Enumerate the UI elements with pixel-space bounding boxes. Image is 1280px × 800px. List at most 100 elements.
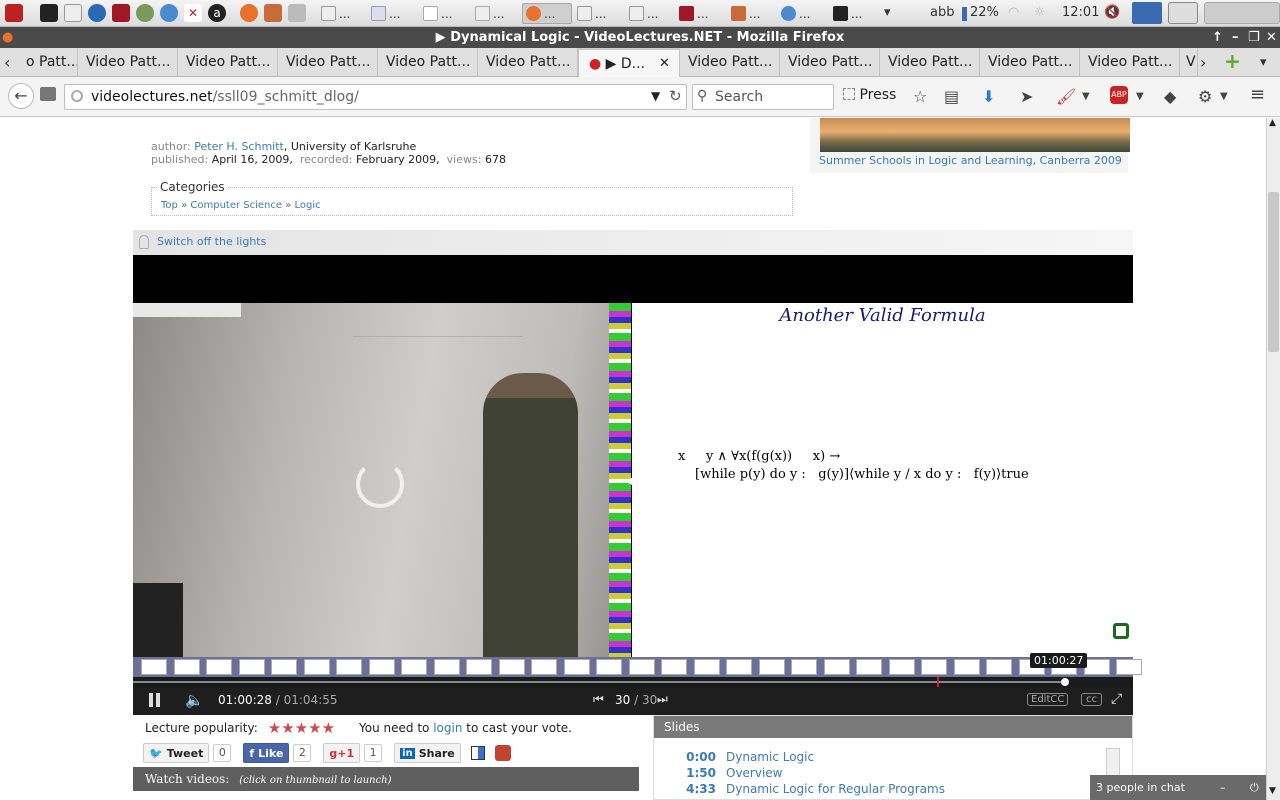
taskbar-task[interactable]: ... — [318, 3, 353, 24]
category-top[interactable]: Top — [161, 200, 178, 211]
browser-tab[interactable]: Video Patt... — [1080, 48, 1180, 77]
slide-thumbnail[interactable] — [173, 659, 200, 675]
taskbar-task[interactable]: ... — [626, 3, 661, 24]
taskbar-task[interactable]: ... — [778, 3, 813, 24]
send-icon[interactable]: ➤ — [1020, 87, 1033, 106]
paint-brush-icon[interactable]: 🖌 — [1056, 87, 1076, 106]
seek-bar[interactable] — [133, 677, 1133, 687]
slide-thumbnail[interactable] — [921, 659, 947, 675]
event-link[interactable]: Summer Schools in Logic and Learning, Ca… — [819, 154, 1122, 167]
editcc-button[interactable]: EditCC — [1027, 693, 1069, 706]
category-logic[interactable]: Logic — [295, 200, 321, 211]
workspace-switcher[interactable] — [1204, 2, 1280, 24]
lecturer-video[interactable] — [133, 303, 631, 657]
url-dropdown-icon[interactable]: ▼ — [651, 89, 660, 103]
browser-tab-active[interactable]: ● ▶ D... ✕ — [578, 48, 680, 77]
next-slide-icon[interactable]: ⏭ — [657, 692, 668, 707]
taskbar-task[interactable]: ... — [368, 3, 403, 24]
press-button[interactable]: Press — [843, 87, 896, 103]
taskbar-task[interactable]: ... — [420, 3, 455, 24]
prev-slide-icon[interactable]: ⏮ — [593, 692, 604, 707]
slide-list-item[interactable]: 0:00 Dynamic Logic — [666, 750, 814, 764]
mixx-icon[interactable] — [494, 745, 511, 761]
scroll-up-icon[interactable]: ▲ — [1269, 118, 1276, 128]
firefox-icon[interactable] — [240, 4, 258, 22]
slide-thumbnail[interactable] — [141, 659, 167, 675]
browser-tab[interactable]: o Patt... — [16, 48, 78, 77]
browser-tab[interactable]: Video Patt... — [880, 48, 980, 77]
slide-thumbnail[interactable] — [401, 659, 427, 675]
slide-thumbnail[interactable] — [726, 659, 752, 675]
slide-thumbnail[interactable] — [791, 659, 817, 675]
chat-power-icon[interactable]: ⏻ — [1250, 775, 1259, 800]
editor-icon[interactable] — [64, 4, 82, 22]
history-icon[interactable] — [40, 87, 56, 101]
slide-thumbnail[interactable] — [628, 659, 655, 675]
seek-handle[interactable] — [1061, 678, 1069, 686]
slide-thumbnail[interactable] — [758, 659, 785, 675]
mendeley-icon[interactable] — [112, 4, 130, 22]
search-input[interactable]: ⚲ Search — [692, 84, 834, 110]
like-button[interactable]: f Like — [243, 743, 290, 763]
circle-a-icon[interactable]: a — [208, 4, 226, 22]
slide-thumbnail[interactable] — [1083, 659, 1110, 675]
cross-icon[interactable]: ✕ — [184, 4, 202, 22]
browser-tab[interactable]: V — [1180, 48, 1198, 77]
browser-tab[interactable]: Video Patt... — [680, 48, 780, 77]
slide-thumbnail[interactable] — [986, 659, 1012, 675]
video-player[interactable]: ◂▸ Another Valid Formula x y ∧ ∀x(f(g(x)… — [133, 255, 1142, 715]
login-link[interactable]: login — [433, 721, 462, 735]
taskbar-task[interactable]: ... — [574, 3, 609, 24]
dropdown-icon[interactable]: ▼ — [1220, 91, 1228, 102]
presentation-slide[interactable]: Another Valid Formula x y ∧ ∀x(f(g(x)) x… — [632, 303, 1133, 657]
reading-list-icon[interactable]: ▤ — [944, 87, 959, 106]
scroll-thumb[interactable] — [1268, 192, 1279, 352]
slide-thumbnail[interactable] — [238, 659, 265, 675]
extension-gears-icon[interactable]: ⚙ — [1198, 87, 1212, 106]
app-menu-icon[interactable] — [5, 4, 23, 22]
linkedin-share-button[interactable]: in Share — [394, 743, 461, 763]
chat-bar[interactable]: 3 people in chat – ⏻ — [1090, 775, 1280, 800]
browser-tab[interactable]: Video Patt... — [278, 48, 378, 77]
slide-thumbnail[interactable] — [531, 659, 557, 675]
dropdown-icon[interactable]: ▼ — [1136, 91, 1144, 102]
author-link[interactable]: Peter H. Schmitt — [194, 140, 284, 153]
window-close-icon[interactable]: ✕ — [1266, 27, 1277, 48]
slide-thumbnail[interactable] — [563, 659, 590, 675]
reload-icon[interactable]: ↻ — [669, 87, 682, 105]
scroll-down-icon[interactable]: ▼ — [1269, 786, 1276, 796]
pause-button-icon[interactable] — [149, 693, 153, 707]
browser-tab[interactable]: Video Patt... — [478, 48, 578, 77]
adblock-icon[interactable]: ABP — [1110, 86, 1128, 104]
page-scrollbar[interactable]: ▲ ▼ — [1266, 118, 1280, 800]
network-icon[interactable] — [136, 4, 154, 22]
taskbar-task[interactable]: ... — [676, 3, 711, 24]
terminal-icon[interactable] — [40, 4, 58, 22]
screenshot-icon[interactable] — [288, 4, 306, 22]
slide-list-item[interactable]: 1:50 Overview — [666, 766, 782, 780]
terminal-window-icon[interactable] — [1168, 2, 1198, 24]
slide-thumbnail-strip[interactable] — [133, 657, 1142, 677]
slide-sync-icon[interactable] — [1113, 623, 1129, 639]
site-info-icon[interactable] — [71, 90, 83, 102]
chrome-icon[interactable] — [160, 4, 178, 22]
slide-thumbnail[interactable] — [693, 659, 720, 675]
cc-button[interactable]: cc — [1081, 693, 1102, 706]
delicious-icon[interactable] — [470, 746, 485, 760]
browser-tab[interactable]: Video Patt... — [780, 48, 880, 77]
archive-icon[interactable] — [264, 4, 282, 22]
slide-thumbnail[interactable] — [953, 659, 980, 675]
tab-scroll-right-icon[interactable]: › — [1200, 52, 1206, 73]
gplus-button[interactable]: g+1 — [323, 743, 361, 763]
window-minimize-icon[interactable]: – — [1232, 27, 1239, 48]
taskbar-task[interactable]: ... — [830, 3, 865, 24]
slide-thumbnail[interactable] — [498, 659, 525, 675]
slide-list-item[interactable]: 4:33 Dynamic Logic for Regular Programs — [666, 782, 945, 796]
window-maximize-icon[interactable]: ❐ — [1248, 27, 1260, 48]
browser-tab[interactable]: Video Patt... — [378, 48, 478, 77]
slide-thumbnail[interactable] — [433, 659, 460, 675]
back-button-icon[interactable]: ← — [8, 83, 34, 109]
taskbar-task-active[interactable]: ... — [522, 3, 572, 24]
volume-muted-icon[interactable]: 🔇 — [1104, 5, 1120, 20]
switch-off-lights-link[interactable]: Switch off the lights — [157, 235, 266, 248]
